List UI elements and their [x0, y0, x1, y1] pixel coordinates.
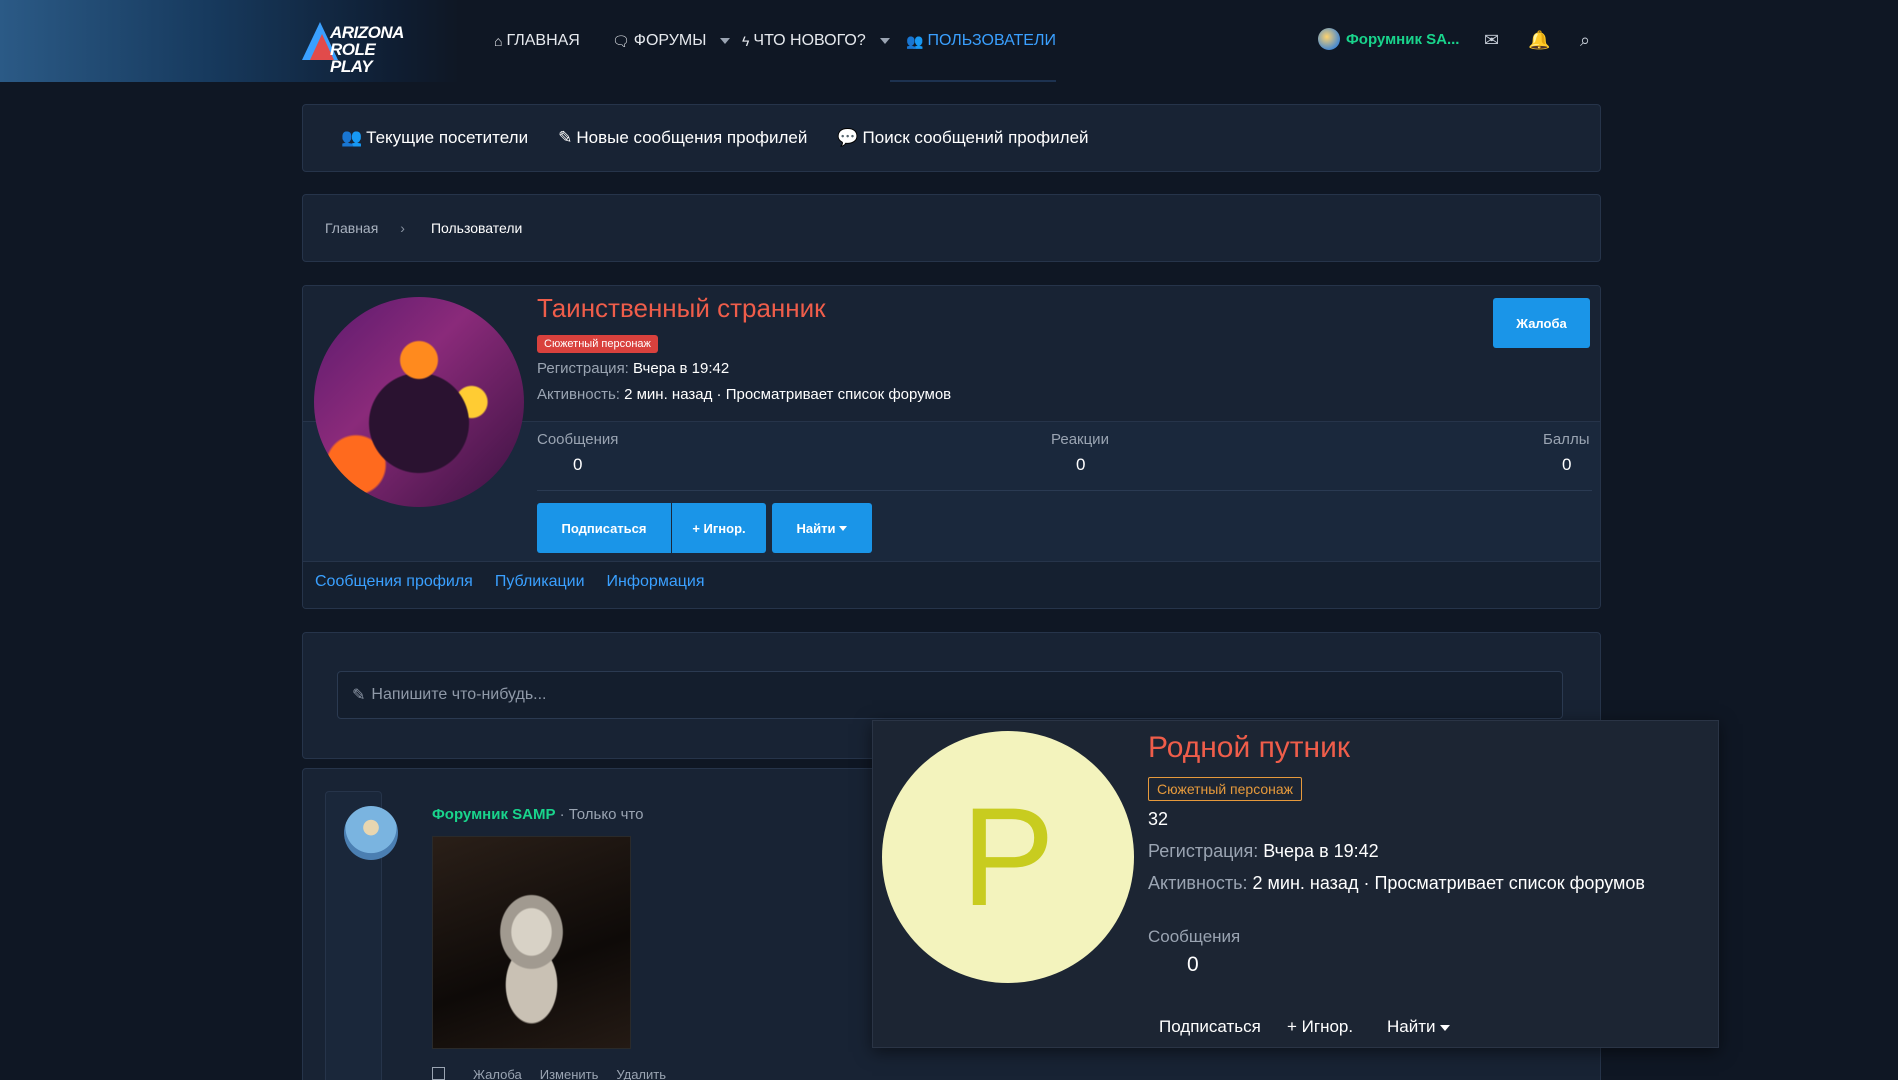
bell-icon[interactable]: 🔔 — [1528, 30, 1550, 51]
bolt-icon: ϟ — [742, 33, 750, 49]
breadcrumb-current[interactable]: Пользователи — [431, 220, 522, 236]
post-delete-link[interactable]: Удалить — [616, 1067, 666, 1080]
registration-label: Регистрация: — [537, 360, 629, 377]
subnav-label: Поиск сообщений профилей — [862, 128, 1089, 147]
user-title-badge: Сюжетный персонаж — [537, 335, 658, 353]
tooltip-registration-label: Регистрация: — [1148, 841, 1259, 861]
tab-profile-posts[interactable]: Сообщения профиля — [315, 573, 473, 591]
follow-button[interactable]: Подписаться — [537, 503, 671, 553]
logo-text: ARIZONA ROLE PLAY — [330, 24, 414, 75]
nav-whats-new[interactable]: ϟ ЧТО НОВОГО? — [742, 32, 890, 50]
users-icon: 👥 — [906, 32, 924, 49]
tooltip-activity-value: 2 мин. назад · Просматривает список фору… — [1252, 873, 1645, 893]
nav-whats-new-label: ЧТО НОВОГО? — [753, 32, 866, 49]
subnav-search-profile-posts[interactable]: 💬 Поиск сообщений профилей — [837, 128, 1088, 148]
tooltip-title-badge: Сюжетный персонаж — [1148, 777, 1303, 801]
tooltip-stat-value: 0 — [1187, 953, 1199, 976]
tooltip-number: 32 — [1148, 809, 1169, 829]
nav-home[interactable]: ⌂ ГЛАВНАЯ — [494, 32, 580, 50]
stat-messages-value: 0 — [573, 455, 583, 474]
tooltip-avatar[interactable]: Р — [882, 731, 1134, 983]
status-input[interactable]: ✎ Напишите что-нибудь... — [337, 671, 1563, 719]
nav-forums[interactable]: 🗨 ФОРУМЫ — [612, 32, 731, 50]
tooltip-find-label: Найти — [1387, 1017, 1436, 1036]
avatar[interactable] — [344, 806, 398, 860]
avatar — [1318, 28, 1340, 50]
tooltip-follow-button[interactable]: Подписаться — [1159, 1017, 1261, 1037]
post-report-link[interactable]: Жалоба — [473, 1067, 522, 1080]
site-logo[interactable]: ARIZONA ROLE PLAY — [302, 20, 414, 75]
registration-value: Вчера в 19:42 — [633, 360, 730, 377]
subnav-label: Новые сообщения профилей — [576, 128, 808, 147]
chevron-down-icon[interactable] — [720, 38, 731, 44]
profile-avatar[interactable] — [314, 297, 524, 507]
post-meta: Форумник SAMP · Только что — [432, 806, 643, 823]
logo-line-1: ARIZONA — [330, 23, 404, 42]
subnav-new-profile-posts[interactable]: ✎ Новые сообщения профилей — [558, 128, 807, 148]
profile-tabs: Сообщения профиля Публикации Информация — [315, 573, 705, 591]
avatar-letter: Р — [961, 778, 1055, 935]
ignore-button[interactable]: + Игнор. — [672, 503, 766, 553]
tooltip-registration-value: Вчера в 19:42 — [1263, 841, 1379, 861]
stat-points-label: Баллы — [1543, 431, 1590, 448]
pencil-icon: ✎ — [352, 687, 366, 704]
registration-row: Регистрация: Вчера в 19:42 — [537, 360, 729, 377]
logo-line-2: ROLE PLAY — [330, 40, 376, 76]
comment-icon: 💬 — [837, 128, 859, 147]
chevron-right-icon: › — [400, 220, 405, 236]
user-menu[interactable]: Форумник SA... — [1318, 28, 1459, 50]
nav-active-underline — [890, 80, 1056, 82]
breadcrumb: Главная › Пользователи — [302, 194, 1601, 262]
subnav-current-visitors[interactable]: 👥 Текущие посетители — [341, 128, 528, 148]
nav-users-label: ПОЛЬЗОВАТЕЛИ — [927, 32, 1056, 49]
nav-forums-label: ФОРУМЫ — [633, 32, 707, 49]
post-author[interactable]: Форумник SAMP — [432, 806, 555, 823]
post-actions: Жалоба Изменить Удалить — [432, 1067, 666, 1080]
tooltip-stat-label: Сообщения — [1148, 927, 1241, 946]
status-input-placeholder: Напишите что-нибудь... — [371, 686, 547, 703]
member-tooltip: Р Родной путник Сюжетный персонаж 32 Рег… — [872, 720, 1719, 1048]
tooltip-ignore-button[interactable]: + Игнор. — [1287, 1017, 1353, 1037]
tooltip-activity-label: Активность: — [1148, 873, 1248, 893]
tab-publications[interactable]: Публикации — [495, 573, 585, 591]
tooltip-username[interactable]: Родной путник — [1148, 731, 1350, 765]
divider — [537, 490, 1592, 491]
tooltip-registration-row: Регистрация: Вчера в 19:42 — [1148, 841, 1379, 862]
stat-reactions-value: 0 — [1076, 455, 1086, 474]
stat-reactions-label: Реакции — [1051, 431, 1109, 448]
profile-username: Таинственный странник — [537, 293, 826, 323]
find-button-label: Найти — [796, 520, 836, 536]
stat-points-value: 0 — [1562, 455, 1572, 474]
activity-value: 2 мин. назад · Просматривает список фору… — [624, 386, 952, 403]
home-icon: ⌂ — [494, 33, 503, 49]
tooltip-find-button[interactable]: Найти — [1387, 1017, 1450, 1037]
pencil-icon: ✎ — [558, 128, 573, 147]
search-icon[interactable]: ⌕ — [1580, 30, 1590, 51]
profile-card: Таинственный странник Сюжетный персонаж … — [302, 285, 1601, 609]
post-edit-link[interactable]: Изменить — [540, 1067, 599, 1080]
activity-label: Активность: — [537, 386, 620, 403]
post-attachment-image[interactable] — [432, 836, 631, 1049]
subnav-label: Текущие посетители — [366, 128, 529, 147]
activity-row: Активность: 2 мин. назад · Просматривает… — [537, 386, 951, 403]
site-header: ARIZONA ROLE PLAY ⌂ ГЛАВНАЯ 🗨 ФОРУМЫ ϟ Ч… — [0, 0, 1898, 82]
nav-users[interactable]: 👥 ПОЛЬЗОВАТЕЛИ — [906, 32, 1056, 50]
tab-information[interactable]: Информация — [607, 573, 705, 591]
chat-icon: 🗨 — [612, 32, 630, 49]
user-name: Форумник SA... — [1346, 30, 1460, 48]
caret-down-icon — [839, 525, 848, 531]
nav-home-label: ГЛАВНАЯ — [506, 32, 580, 49]
select-checkbox[interactable] — [432, 1067, 445, 1080]
sub-navigation: 👥 Текущие посетители ✎ Новые сообщения п… — [302, 104, 1601, 172]
chevron-down-icon[interactable] — [879, 38, 890, 44]
post-time[interactable]: · Только что — [560, 806, 644, 823]
users-icon: 👥 — [341, 128, 363, 147]
tooltip-activity-row: Активность: 2 мин. назад · Просматривает… — [1148, 873, 1645, 894]
report-button[interactable]: Жалоба — [1493, 298, 1590, 348]
mail-icon[interactable]: ✉ — [1484, 30, 1499, 51]
find-button[interactable]: Найти — [772, 503, 872, 553]
breadcrumb-home[interactable]: Главная — [325, 220, 378, 236]
stat-messages-label: Сообщения — [537, 431, 619, 448]
caret-down-icon — [1439, 1024, 1450, 1031]
